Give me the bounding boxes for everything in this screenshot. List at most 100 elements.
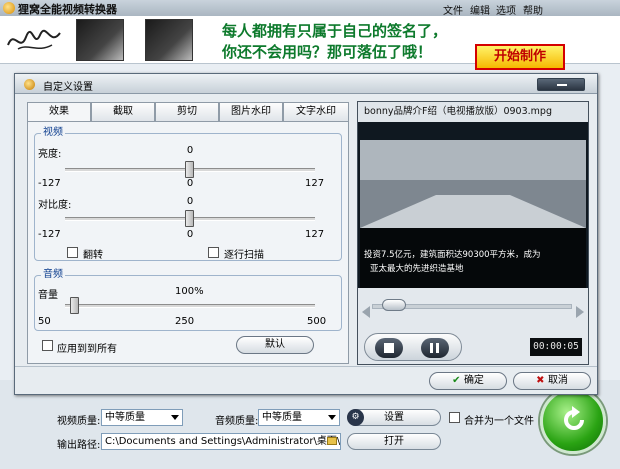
output-path-value: C:\Documents and Settings\Administrator\… [105,436,341,447]
brightness-mid: 0 [186,178,194,189]
volume-min: 50 [38,316,51,327]
apply-to-all-checkbox[interactable] [42,340,53,351]
apply-to-all-label: 应用到到所有 [57,344,117,355]
open-folder-label: 打开 [384,436,404,447]
banner-photo-1 [76,19,124,61]
stop-icon [384,343,394,353]
brightness-max: 127 [305,178,325,189]
contrast-mid: 0 [186,229,194,240]
tab-capture[interactable]: 截取 [91,102,155,121]
playback-controls: 00:00:05 [358,333,588,364]
deinterlace-label: 逐行扫描 [224,250,264,261]
seek-thumb[interactable] [382,299,406,311]
video-preview-panel: bonny品牌介F绍（电视播放版）0903.mpg 投资7.5亿元，建筑面积达9… [357,101,589,365]
tab-image-watermark[interactable]: 图片水印 [219,102,283,121]
menu-help[interactable]: 帮助 [523,2,543,17]
check-icon: ✔ [452,375,464,386]
video-quality-value: 中等质量 [105,412,145,423]
merge-files-label: 合并为一个文件 [464,416,534,427]
video-group-title: 视频 [41,127,65,139]
folder-icon [327,437,337,445]
brightness-min: -127 [38,178,61,189]
contrast-min: -127 [38,229,61,240]
volume-mid: 250 [175,316,195,327]
output-path-field[interactable]: C:\Documents and Settings\Administrator\… [101,433,341,450]
banner-text-line2: 你还不会用吗？那可落伍了哦！ [222,43,433,61]
volume-slider-track[interactable] [65,304,315,308]
tab-text-watermark[interactable]: 文字水印 [283,102,349,121]
settings-button[interactable]: ⚙ 设置 [347,409,441,426]
video-group: 视频 亮度: 0 -127 0 127 对比度: 0 -127 0 127 翻转… [34,127,342,261]
brightness-label: 亮度: [38,149,62,160]
menu-file[interactable]: 文件 [443,2,463,17]
video-frame: 投资7.5亿元，建筑面积达90300平方米，成为 亚太最大的先进织造基地 [360,140,586,288]
app-title: 狸窝全能视频转换器 [18,3,117,16]
banner-text-line1: 每人都拥有只属于自己的签名了， [222,22,448,40]
contrast-value: 0 [186,196,194,207]
custom-settings-dialog: 自定义设置 效果 截取 剪切 图片水印 文字水印 视频 亮度: 0 -127 0… [14,73,598,395]
play-controls-group [364,333,462,361]
ok-button[interactable]: ✔ 确定 [429,372,507,390]
default-button[interactable]: 默认 [236,336,314,354]
audio-quality-select[interactable]: 中等质量 [258,409,340,426]
app-title-bar: 狸窝全能视频转换器 文件 编辑 选项 帮助 [0,0,620,17]
video-quality-select[interactable]: 中等质量 [101,409,183,426]
audio-group: 音频 音量 100% 50 250 500 [34,269,342,331]
effects-tab-panel: 视频 亮度: 0 -127 0 127 对比度: 0 -127 0 127 翻转… [27,121,349,364]
contrast-slider-thumb[interactable] [185,210,194,227]
settings-button-label: 设置 [384,412,404,423]
brightness-slider-thumb[interactable] [185,161,194,178]
flip-checkbox[interactable] [67,247,78,258]
menu-options[interactable]: 选项 [496,2,516,17]
dialog-title-bar: 自定义设置 [15,74,597,94]
chevron-down-icon [171,415,179,420]
dialog-close-button[interactable] [537,78,585,91]
audio-quality-label: 音频质量: [215,416,259,427]
start-making-button[interactable]: 开始制作 [475,44,565,70]
subtitle-line-2: 亚太最大的先进织造基地 [370,264,464,274]
output-path-label: 输出路径: [57,440,101,451]
cancel-button[interactable]: ✖ 取消 [513,372,591,390]
subtitle-line-1: 投资7.5亿元，建筑面积达90300平方米，成为 [364,250,541,260]
volume-slider-thumb[interactable] [69,297,79,314]
tab-cut[interactable]: 剪切 [155,102,219,121]
cancel-button-label: 取消 [547,375,568,386]
volume-value: 100% [175,286,204,297]
refresh-arrow-icon [564,406,584,430]
gear-icon: ⚙ [347,409,364,426]
menu-edit[interactable]: 编辑 [470,2,490,17]
tab-effects[interactable]: 效果 [27,102,91,122]
video-quality-label: 视频质量: [57,416,101,427]
audio-group-title: 音频 [41,269,65,281]
contrast-max: 127 [305,229,325,240]
flip-label: 翻转 [83,250,103,261]
app-logo-icon [3,2,15,14]
contrast-label: 对比度: [38,200,72,211]
pause-icon-bar [436,343,439,353]
ad-banner: 每人都拥有只属于自己的签名了， 你还不会用吗？那可落伍了哦！ 开始制作 [0,16,620,70]
signature-logo-icon [7,29,61,50]
banner-photo-2 [145,19,193,61]
time-display: 00:00:05 [530,338,582,356]
deinterlace-checkbox[interactable] [208,247,219,258]
merge-files-checkbox[interactable] [449,412,460,423]
convert-button[interactable] [540,388,606,454]
dialog-divider [15,366,597,367]
pause-button[interactable] [421,338,449,358]
dialog-title: 自定义设置 [43,82,93,93]
rewind-marker-icon [362,306,370,318]
preview-file-name: bonny品牌介F绍（电视播放版）0903.mpg [358,102,588,122]
brightness-value: 0 [186,145,194,156]
forward-marker-icon [576,306,584,318]
volume-max: 500 [307,316,327,327]
dialog-app-icon [24,79,35,90]
volume-label: 音量 [38,290,58,301]
stop-button[interactable] [375,338,403,358]
close-icon: ✖ [536,375,548,386]
ok-button-label: 确定 [463,375,484,386]
audio-quality-value: 中等质量 [262,412,302,423]
minimize-bar-icon [557,84,567,86]
chevron-down-icon [328,415,336,420]
open-folder-button[interactable]: 打开 [347,433,441,450]
seek-bar-area [358,288,588,333]
